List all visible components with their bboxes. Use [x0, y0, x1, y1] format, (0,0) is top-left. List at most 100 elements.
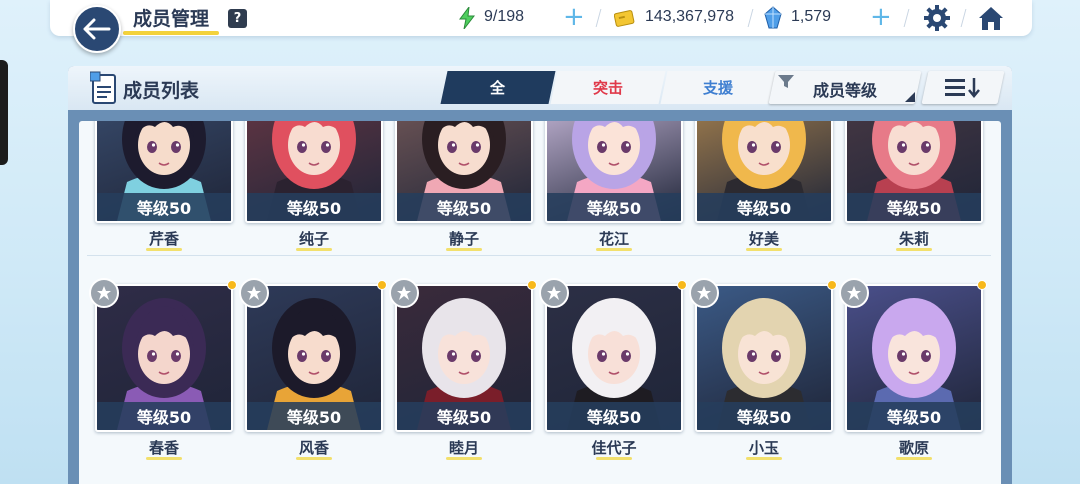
member-name: 风香 [298, 439, 329, 457]
member-portrait: 等级50 [545, 121, 683, 223]
corner-mark [905, 92, 915, 102]
member-card[interactable]: 等级50 睦月 [389, 278, 537, 460]
new-indicator [377, 280, 387, 290]
level-label: 等级50 [247, 402, 381, 430]
row-divider [87, 255, 991, 256]
home-icon[interactable] [976, 3, 1006, 33]
member-name: 静子 [448, 230, 479, 248]
member-name: 佳代子 [591, 439, 637, 457]
pyroxene-icon [764, 6, 782, 29]
favorite-icon[interactable] [539, 278, 569, 308]
name-underline [296, 248, 332, 251]
credits-value: 143,367,978 [645, 8, 734, 25]
device-edge [0, 60, 8, 165]
member-card[interactable]: 等级50 花江 [545, 121, 683, 251]
page-title: 成员管理 [133, 8, 210, 30]
member-portrait: 等级50 [395, 121, 533, 223]
name-underline [596, 248, 632, 251]
member-grid: 等级50 芹香 等级50 纯子 等级50 静子 等级50 花江 等级50 好美 等级50 朱莉 等级5… [79, 121, 1001, 484]
ap-value: 9/198 [484, 8, 525, 25]
level-label: 等级50 [397, 193, 531, 221]
level-label: 等级50 [97, 402, 231, 430]
back-button[interactable] [73, 5, 121, 53]
gear-icon[interactable] [922, 3, 952, 33]
sort-label: 成员等级 [813, 81, 878, 100]
pyroxene-add-button[interactable]: + [870, 4, 892, 30]
back-arrow-icon [83, 18, 111, 40]
new-indicator [227, 280, 237, 290]
member-name: 歌原 [898, 439, 929, 457]
new-indicator [977, 280, 987, 290]
member-card[interactable]: 等级50 芹香 [95, 121, 233, 251]
member-name: 好美 [748, 230, 779, 248]
favorite-icon[interactable] [689, 278, 719, 308]
new-indicator [527, 280, 537, 290]
new-indicator [677, 280, 687, 290]
member-list-icon [90, 71, 116, 104]
title-underline [123, 31, 219, 35]
credit-icon [614, 10, 635, 27]
member-card[interactable]: 等级50 歌原 [839, 278, 987, 460]
level-label: 等级50 [547, 402, 681, 430]
member-name: 花江 [598, 230, 629, 248]
role-tabs: 全 突击 支援 [440, 71, 776, 104]
pyroxene-value: 1,579 [791, 8, 832, 25]
level-label: 等级50 [697, 402, 831, 430]
name-underline [596, 457, 632, 460]
name-underline [746, 248, 782, 251]
name-underline [446, 457, 482, 460]
name-underline [746, 457, 782, 460]
new-indicator [827, 280, 837, 290]
tab-striker[interactable]: 突击 [550, 71, 666, 104]
tab-label: 全 [490, 79, 506, 97]
level-label: 等级50 [697, 193, 831, 221]
sort-order-icon [945, 78, 980, 98]
member-portrait: 等级50 [395, 284, 533, 432]
ap-add-button[interactable]: + [563, 4, 585, 30]
help-button[interactable]: ? [228, 9, 247, 28]
favorite-icon[interactable] [89, 278, 119, 308]
tab-label: 支援 [702, 79, 733, 97]
member-card[interactable]: 等级50 小玉 [689, 278, 837, 460]
member-card[interactable]: 等级50 春香 [89, 278, 237, 460]
member-name: 朱莉 [898, 230, 929, 248]
member-portrait: 等级50 [845, 284, 983, 432]
tab-special[interactable]: 支援 [660, 71, 776, 104]
member-name: 纯子 [298, 230, 329, 248]
member-portrait: 等级50 [245, 284, 383, 432]
member-card[interactable]: 等级50 佳代子 [539, 278, 687, 460]
name-underline [896, 248, 932, 251]
member-card[interactable]: 等级50 纯子 [245, 121, 383, 251]
level-label: 等级50 [847, 193, 981, 221]
member-panel: 成员列表 全 突击 支援 成员等级 等级50 芹香 等级50 纯子 等级50 静子 等级50… [68, 66, 1012, 484]
member-card[interactable]: 等级50 静子 [395, 121, 533, 251]
member-portrait: 等级50 [545, 284, 683, 432]
member-portrait: 等级50 [695, 121, 833, 223]
level-label: 等级50 [247, 193, 381, 221]
name-underline [296, 457, 332, 460]
favorite-icon[interactable] [389, 278, 419, 308]
member-name: 春香 [148, 439, 179, 457]
member-portrait: 等级50 [695, 284, 833, 432]
panel-title: 成员列表 [123, 80, 200, 102]
member-name: 睦月 [448, 439, 479, 457]
panel-header: 成员列表 全 突击 支援 成员等级 [68, 66, 1012, 110]
favorite-icon[interactable] [239, 278, 269, 308]
name-underline [146, 457, 182, 460]
level-label: 等级50 [397, 402, 531, 430]
ap-icon [459, 7, 476, 29]
member-card[interactable]: 等级50 好美 [695, 121, 833, 251]
member-portrait: 等级50 [95, 284, 233, 432]
level-label: 等级50 [547, 193, 681, 221]
tab-label: 突击 [592, 79, 623, 97]
member-portrait: 等级50 [845, 121, 983, 223]
favorite-icon[interactable] [839, 278, 869, 308]
filter-icon [778, 75, 794, 88]
member-card[interactable]: 等级50 风香 [239, 278, 387, 460]
member-card[interactable]: 等级50 朱莉 [845, 121, 983, 251]
name-underline [446, 248, 482, 251]
tab-all[interactable]: 全 [440, 71, 556, 104]
level-label: 等级50 [847, 402, 981, 430]
member-name: 芹香 [148, 230, 179, 248]
name-underline [146, 248, 182, 251]
